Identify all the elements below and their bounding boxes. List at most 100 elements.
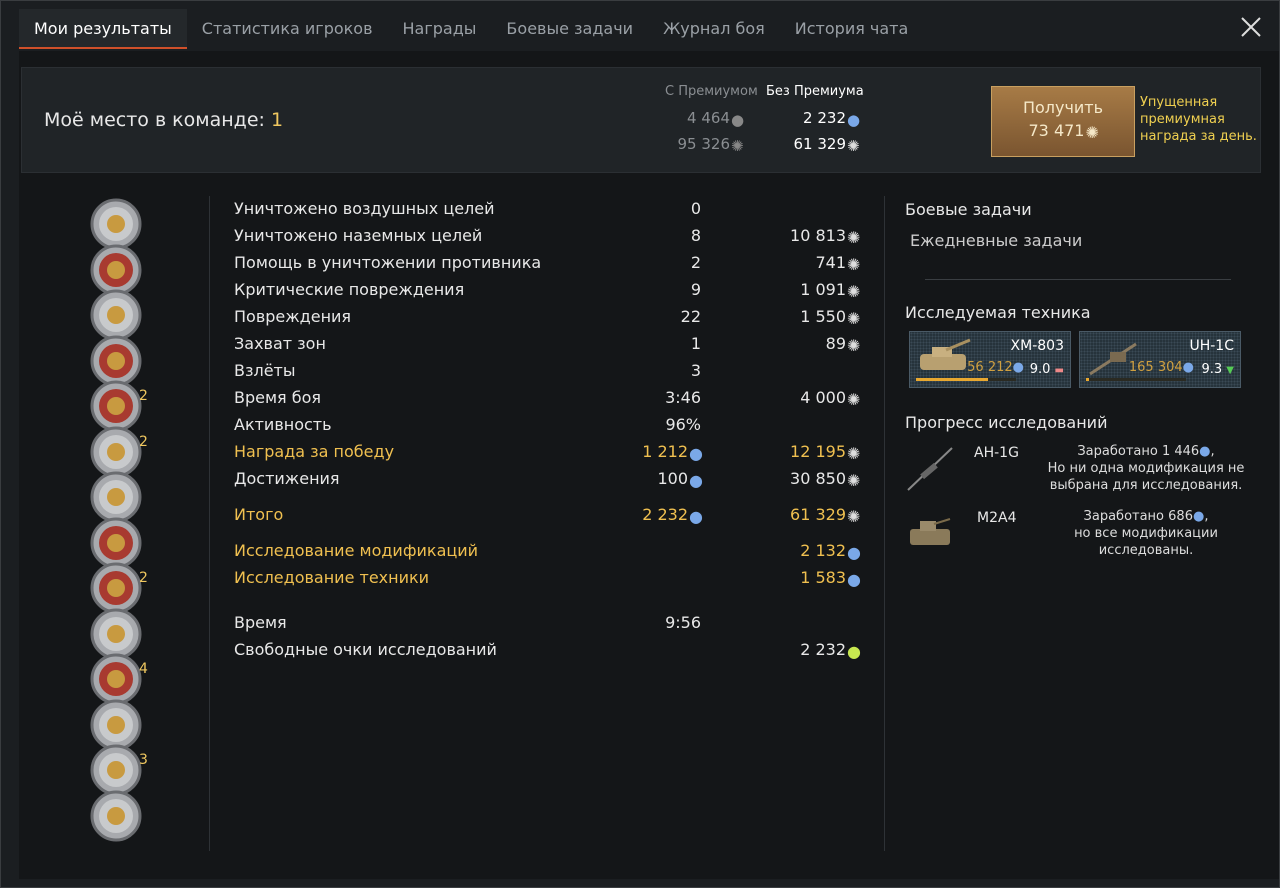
medal-count: 2 [139, 388, 148, 404]
stat-value: 0 [691, 199, 701, 218]
stat-row: Награда за победу 1 212● 12 195✺ [234, 442, 864, 466]
stat-label: Время боя [234, 388, 322, 407]
medal-icon[interactable] [87, 380, 145, 432]
research-mods-label: Исследование модификаций [234, 541, 479, 560]
rp-bulb-icon: ● [1012, 360, 1024, 375]
stat-reward-text: 30 850 [790, 469, 846, 488]
medal-count: 3 [139, 752, 148, 768]
research-progress-title: Прогресс исследований [905, 413, 1108, 432]
stat-reward-text: 4 000 [800, 388, 846, 407]
stat-value: 100● [657, 469, 703, 490]
stat-reward: 10 813✺ [790, 226, 860, 247]
medal-icon[interactable] [87, 699, 145, 751]
stat-label: Помощь в уничтожении противника [234, 253, 542, 272]
stat-row: Уничтожено воздушных целей 0 [234, 199, 864, 223]
research-vehicle-row: Исследование техники 1 583● [234, 568, 864, 592]
place-value: 1 [270, 109, 284, 131]
total-sl: 61 329✺ [790, 505, 861, 526]
medal-count: 2 [139, 433, 148, 450]
silver-lion-icon: ✺ [847, 390, 861, 409]
medal-icon[interactable] [87, 653, 145, 705]
stat-reward-text: 1 091 [800, 280, 846, 299]
close-icon[interactable] [1239, 15, 1263, 39]
tab-battle-log[interactable]: Журнал боя [648, 9, 780, 49]
stat-value: 1 212● [642, 442, 703, 463]
vehicle-card-xm803[interactable]: XM-803 56 212● 9.0 ▬ [909, 331, 1071, 388]
rank-icon: ▬ [1054, 365, 1064, 376]
tab-awards[interactable]: Награды [388, 9, 492, 49]
stat-label: Достижения [234, 469, 340, 488]
vehicle-name: XM-803 [1010, 338, 1064, 354]
stat-row: Повреждения 22 1 550✺ [234, 307, 864, 331]
vehicle-rp: 165 304● [1129, 360, 1194, 375]
tank-icon [910, 518, 951, 545]
tab-bar: Мои результаты Статистика игроков Наград… [19, 9, 923, 49]
battle-tasks-title: Боевые задачи [905, 200, 1032, 219]
free-rp-row: Свободные очки исследований 2 232● [234, 640, 864, 664]
daily-tasks-link[interactable]: Ежедневные задачи [910, 231, 1082, 250]
medal-icon[interactable] [87, 198, 145, 250]
free-rp: 2 232● [800, 640, 861, 661]
stat-value: 3 [691, 361, 701, 380]
silver-lion-icon: ✺ [731, 137, 744, 155]
stat-row: Активность 96% [234, 415, 864, 439]
free-rp-bulb-icon: ● [847, 642, 861, 661]
medal-icon[interactable] [87, 471, 145, 523]
progress-text: Заработано 1 446●, Но ни одна модификаци… [1031, 443, 1261, 494]
missed-reward-text: Упущенная премиумная награда за день. [1140, 95, 1257, 144]
with-premium-label: С Премиумом [665, 84, 758, 99]
silver-lion-icon: ✺ [847, 255, 861, 274]
medal-icon[interactable] [87, 244, 145, 296]
progress-line: Заработано 686●, [1083, 509, 1209, 524]
medal-icon[interactable] [87, 426, 145, 478]
vehicle-rp: 56 212● [967, 360, 1024, 375]
stat-reward-text: 89 [825, 334, 846, 353]
stat-value-text: 2 [690, 253, 701, 272]
stat-label: Повреждения [234, 307, 352, 326]
medal-icon[interactable] [87, 289, 145, 341]
vehicle-br-value: 9.0 [1029, 362, 1051, 377]
stat-label: Критические повреждения [234, 280, 465, 299]
research-mods-rp: 2 132● [800, 541, 861, 562]
medal-count: 4 [139, 661, 148, 677]
tab-player-stats[interactable]: Статистика игроков [187, 9, 388, 49]
medal-icon[interactable] [87, 790, 145, 842]
vehicle-br-value: 9.3 [1201, 362, 1223, 377]
progress-line: Но ни одна модификация не [1047, 461, 1245, 476]
stat-reward: 12 195✺ [790, 442, 860, 463]
total-label: Итого [234, 505, 284, 524]
stat-row: Захват зон 1 89✺ [234, 334, 864, 358]
progress-vehicle-name: AH-1G [974, 445, 1019, 461]
stat-value: 8 [691, 226, 701, 245]
tab-battle-tasks[interactable]: Боевые задачи [491, 9, 648, 49]
medal-icon[interactable] [87, 562, 145, 614]
stat-label: Взлёты [234, 361, 296, 380]
silver-lion-icon: ✺ [847, 336, 861, 355]
get-premium-reward-button[interactable]: Получить 73 471✺ [991, 86, 1135, 157]
rp-base: 2 232● [803, 109, 860, 129]
medal-icon[interactable] [87, 335, 145, 387]
rp-premium: 4 464● [687, 109, 745, 129]
total-sl-value: 61 329 [790, 505, 846, 524]
tab-chat-history[interactable]: История чата [780, 9, 924, 49]
stat-value: 1 [691, 334, 701, 353]
silver-lion-icon: ✺ [847, 507, 861, 526]
stat-label: Уничтожено воздушных целей [234, 199, 495, 218]
team-place: Моё место в команде: 1 [44, 109, 283, 131]
medal-icon[interactable] [87, 744, 145, 796]
stat-value-text: 8 [690, 226, 701, 245]
researched-title: Исследуемая техника [905, 303, 1091, 322]
silver-lion-icon: ✺ [847, 309, 861, 328]
time-label: Время [234, 613, 287, 632]
stat-reward: 89✺ [825, 334, 861, 355]
tab-my-results[interactable]: Мои результаты [19, 9, 187, 49]
rp-bulb-icon: ● [731, 111, 745, 129]
total-rp-value: 2 232 [642, 505, 688, 524]
stat-value-text: 96% [665, 415, 701, 434]
rp-bulb-icon: ● [689, 507, 703, 526]
sl-premium-value: 95 326 [677, 135, 731, 153]
vehicle-card-uh1c[interactable]: UH-1C 165 304● 9.3 ▼ [1079, 331, 1241, 388]
vehicle-br: 9.3 ▼ [1201, 362, 1234, 377]
medal-icon[interactable] [87, 517, 145, 569]
medal-icon[interactable] [87, 608, 145, 660]
